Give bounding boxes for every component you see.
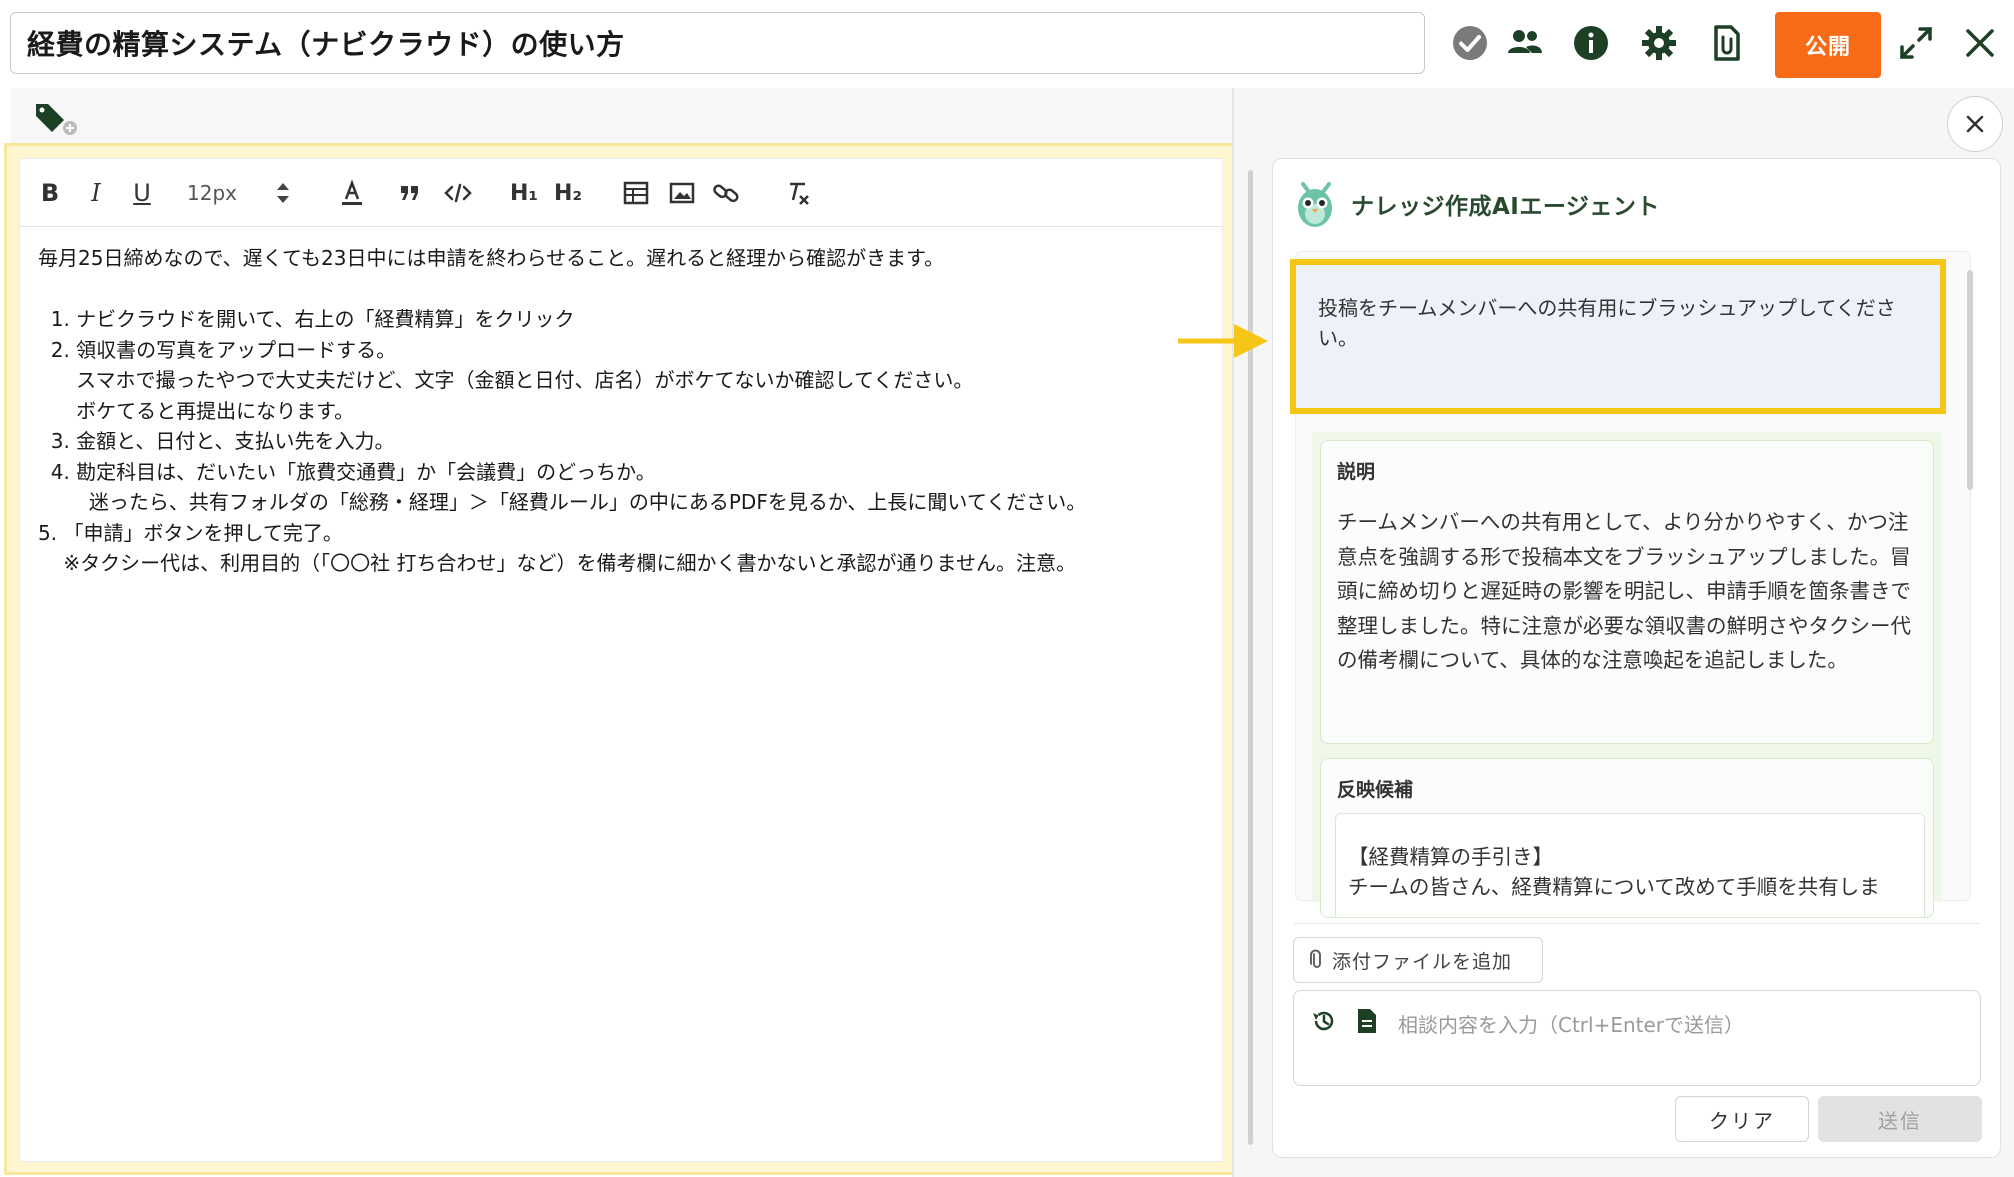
editor-line: 迷ったら、共有フォルダの「総務・経理」＞「経費ルール」の中にあるPDFを見るか、… (38, 490, 1087, 514)
input-separator (1294, 923, 1980, 924)
user-message: 投稿をチームメンバーへの共有用にブラッシュアップしてください。 (1290, 259, 1946, 414)
send-button[interactable]: 送信 (1818, 1096, 1982, 1142)
explanation-text: チームメンバーへの共有用として、より分かりやすく、かつ注意点を強調する形で投稿本… (1337, 510, 1911, 672)
editor-line: 2. 領収書の写真をアップロードする。 (38, 337, 397, 362)
editor-line: 1. ナビクラウドを開いて、右上の「経費精算」をクリック (38, 307, 575, 331)
check-circle-icon[interactable] (1447, 20, 1493, 66)
bold-button[interactable]: B (32, 159, 68, 227)
editor-line: 4. 勘定科目は、だいたい「旅費交通費」か「会議費」のどっちか。 (38, 459, 656, 484)
user-message-text: 投稿をチームメンバーへの共有用にブラッシュアップしてください。 (1318, 296, 1896, 350)
title-input[interactable]: 経費の精算システム（ナビクラウド）の使い方 (10, 12, 1425, 74)
italic-button[interactable]: I (78, 159, 114, 227)
publish-button[interactable]: 公開 (1775, 12, 1881, 78)
candidate-content[interactable]: 【経費精算の手引き】 チームの皆さん、経費精算について改めて手順を共有しま (1335, 813, 1925, 917)
close-icon[interactable] (1957, 20, 2003, 66)
h1-button[interactable]: H₁ (504, 159, 544, 227)
panel-resize-handle[interactable] (1248, 170, 1253, 1145)
underline-button[interactable]: U (124, 159, 160, 227)
add-attachment-label: 添付ファイルを追加 (1332, 950, 1513, 973)
clear-format-icon[interactable] (780, 159, 816, 227)
editor-line: ※タクシー代は、利用目的（「〇〇社 打ち合わせ」など）を備考欄に細かく書かないと… (38, 551, 1076, 575)
panel-divider (1232, 88, 1234, 1177)
code-icon[interactable] (440, 159, 476, 227)
h2-button[interactable]: H₂ (548, 159, 588, 227)
tag-add-icon[interactable] (34, 100, 78, 136)
info-icon[interactable] (1568, 20, 1614, 66)
members-icon[interactable] (1502, 20, 1548, 66)
candidate-text: 【経費精算の手引き】 チームの皆さん、経費精算について改めて手順を共有しま (1348, 845, 1880, 899)
editor-line: 5. 「申請」ボタンを押して完了。 (38, 520, 343, 545)
tag-row (10, 88, 1233, 146)
editor-line: 3. 金額と、日付と、支払い先を入力。 (38, 429, 395, 453)
expand-icon[interactable] (1893, 20, 1939, 66)
gear-icon[interactable] (1636, 20, 1682, 66)
chat-input[interactable]: 相談内容を入力（Ctrl+Enterで送信） (1293, 990, 1981, 1086)
panel-close-button[interactable] (1947, 96, 2003, 152)
history-icon[interactable] (1310, 1007, 1338, 1035)
font-size-value[interactable]: 12px (180, 159, 244, 227)
table-icon[interactable] (618, 159, 654, 227)
clear-button[interactable]: クリア (1675, 1096, 1809, 1142)
editor-content[interactable]: 毎月25日締めなので、遅くても23日中には申請を終わらせること。遅れると経理から… (38, 243, 1204, 579)
highlight-arrow-icon (1178, 324, 1268, 358)
editor-toolbar: B I U 12px H₁ H₂ (20, 159, 1222, 227)
document-icon[interactable] (1354, 1007, 1380, 1035)
chat-input-placeholder: 相談内容を入力（Ctrl+Enterで送信） (1398, 1013, 1745, 1037)
editor-line: スマホで撮ったやつで大丈夫だけど、文字（金額と日付、店名）がボケてないか確認して… (38, 368, 974, 392)
link-icon[interactable] (708, 159, 744, 227)
editor-line: ボケてると再提出になります。 (38, 398, 355, 423)
editor-line: 毎月25日締めなので、遅くても23日中には申請を終わらせること。遅れると経理から… (38, 246, 945, 270)
explanation-box: 説明 チームメンバーへの共有用として、より分かりやすく、かつ注意点を強調する形で… (1320, 440, 1934, 744)
bird-mascot-icon (1298, 182, 1332, 227)
explanation-heading: 説明 (1337, 461, 1376, 483)
chat-scrollbar-thumb[interactable] (1967, 270, 1973, 490)
ai-agent-header: ナレッジ作成AIエージェント (1293, 169, 1660, 239)
image-icon[interactable] (664, 159, 700, 227)
editor[interactable]: B I U 12px H₁ H₂ 毎月25日締めなので、遅くても23日中には申請… (19, 158, 1223, 1162)
ai-agent-title: ナレッジ作成AIエージェント (1351, 194, 1660, 220)
attachment-doc-icon[interactable] (1703, 20, 1749, 66)
quote-icon[interactable] (392, 159, 428, 227)
candidate-heading: 反映候補 (1337, 779, 1414, 801)
text-color-icon[interactable] (334, 159, 370, 227)
add-attachment-button[interactable]: 添付ファイルを追加 (1293, 937, 1543, 983)
font-size-stepper-icon[interactable] (268, 159, 298, 227)
candidate-box: 反映候補 【経費精算の手引き】 チームの皆さん、経費精算について改めて手順を共有… (1320, 758, 1934, 918)
paperclip-icon (1310, 949, 1321, 968)
close-icon (1966, 115, 1984, 133)
editor-highlight: B I U 12px H₁ H₂ 毎月25日締めなので、遅くても23日中には申請… (4, 143, 1238, 1175)
